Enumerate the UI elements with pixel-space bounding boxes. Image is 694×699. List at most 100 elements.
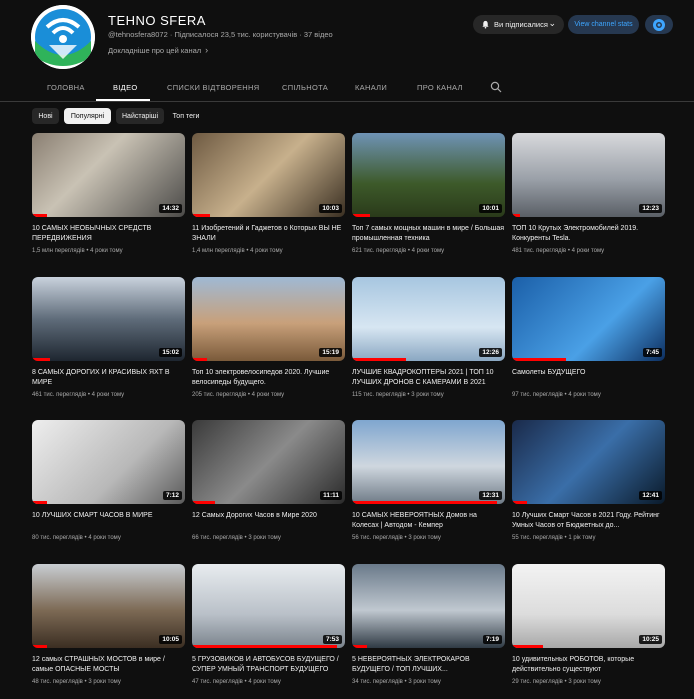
channel-header: TEHNO SFERA @tehnosfera8072 · Підписалос… (0, 0, 694, 69)
video-duration: 11:11 (320, 491, 342, 500)
video-title[interactable]: Топ 7 самых мощных машин в мире / Больша… (352, 224, 505, 244)
upload-age: 4 роки тому (88, 535, 121, 541)
video-thumbnail[interactable]: 10:25 (512, 564, 665, 648)
upload-age: 3 роки тому (408, 535, 441, 541)
tab-community[interactable]: СПІЛЬНОТА (282, 83, 328, 92)
video-duration: 15:19 (319, 348, 342, 357)
video-title[interactable]: 10 Лучших Смарт Часов в 2021 Году. Рейти… (512, 511, 665, 531)
channel-name: TEHNO SFERA (108, 13, 206, 28)
video-thumbnail[interactable]: 12:26 (352, 277, 505, 361)
view-count: 461 тис. переглядів (32, 392, 87, 398)
chip-oldest[interactable]: Найстаріші (116, 108, 164, 124)
view-count: 1,4 млн переглядів (192, 248, 245, 254)
account-switch-button[interactable] (645, 15, 673, 34)
view-count: 29 тис. переглядів (512, 679, 563, 685)
view-count: 205 тис. переглядів (192, 392, 247, 398)
view-count: 1,5 млн переглядів (32, 248, 85, 254)
search-icon[interactable] (490, 81, 502, 93)
upload-age: 4 роки тому (571, 248, 605, 254)
video-thumbnail[interactable]: 12:41 (512, 420, 665, 504)
video-thumbnail[interactable]: 10:01 (352, 133, 505, 217)
watch-progress-bar (512, 214, 520, 217)
view-count: 34 тис. переглядів (352, 679, 403, 685)
active-tab-indicator (96, 99, 150, 101)
video-title[interactable]: 10 САМЫХ НЕОБЫЧНЫХ СРЕДСТВ ПЕРЕДВИЖЕНИЯ (32, 224, 185, 244)
video-thumbnail[interactable]: 7:19 (352, 564, 505, 648)
chip-top-tags[interactable]: Топ теги (168, 108, 204, 124)
upload-age: 3 роки тому (248, 535, 281, 541)
tab-home[interactable]: ГОЛОВНА (47, 83, 85, 92)
tab-videos[interactable]: ВІДЕО (113, 83, 138, 92)
video-title[interactable]: ТОП 10 Крутых Электромобилей 2019. Конку… (512, 224, 665, 244)
watch-progress-bar (32, 645, 47, 648)
more-about-channel-link[interactable]: Докладніше про цей канал › (108, 45, 208, 55)
video-meta: 29 тис. переглядів • 3 роки тому (512, 679, 665, 685)
view-count: 481 тис. переглядів (512, 248, 567, 254)
video-duration: 12:23 (639, 204, 662, 213)
upload-age: 4 роки тому (411, 248, 445, 254)
channel-meta: @tehnosfera8072 · Підписалося 23,5 тис. … (108, 30, 333, 39)
video-thumbnail[interactable]: 7:45 (512, 277, 665, 361)
video-thumbnail[interactable]: 7:53 (192, 564, 345, 648)
video-thumbnail[interactable]: 10:03 (192, 133, 345, 217)
watch-progress-bar (352, 214, 370, 217)
video-thumbnail[interactable]: 15:19 (192, 277, 345, 361)
view-count: 56 тис. переглядів (352, 535, 403, 541)
watch-progress-bar (192, 501, 215, 504)
video-title[interactable]: 8 САМЫХ ДОРОГИХ И КРАСИВЫХ ЯХТ В МИРЕ (32, 368, 185, 388)
channel-avatar[interactable] (31, 5, 95, 69)
video-title[interactable]: 5 ГРУЗОВИКОВ И АВТОБУСОВ БУДУЩЕГО / СУПЕ… (192, 655, 345, 675)
video-title[interactable]: ЛУЧШИЕ КВАДРОКОПТЕРЫ 2021 | ТОП 10 ЛУЧШИ… (352, 368, 505, 388)
video-title[interactable]: 10 удивительных РОБОТОВ, которые действи… (512, 655, 665, 675)
upload-age: 4 роки тому (248, 679, 281, 685)
video-title[interactable]: 5 НЕВЕРОЯТНЫХ ЭЛЕКТРОКАРОВ БУДУЩЕГО / ТО… (352, 655, 505, 675)
subscribed-button[interactable]: Ви підписалися ⌄ (473, 15, 564, 34)
watch-progress-bar (352, 501, 497, 504)
video-duration: 10:03 (319, 204, 342, 213)
watch-progress-bar (512, 501, 527, 504)
video-title[interactable]: 10 ЛУЧШИХ СМАРТ ЧАСОВ В МИРЕ (32, 511, 185, 521)
tab-channels[interactable]: КАНАЛИ (355, 83, 387, 92)
chip-popular[interactable]: Популярні (64, 108, 111, 124)
account-icon (653, 18, 665, 31)
tab-playlists[interactable]: СПИСКИ ВІДТВОРЕННЯ (167, 83, 259, 92)
watch-progress-bar (32, 358, 50, 361)
video-title[interactable]: Топ 10 электровелосипедов 2020. Лучшие в… (192, 368, 345, 388)
view-count: 55 тис. переглядів (512, 535, 563, 541)
watch-progress-bar (192, 645, 337, 648)
view-count: 48 тис. переглядів (32, 679, 83, 685)
video-meta: 55 тис. переглядів • 1 рік тому (512, 535, 665, 541)
chip-newest[interactable]: Нові (32, 108, 59, 124)
watch-progress-bar (352, 358, 406, 361)
upload-age: 4 роки тому (90, 248, 123, 254)
video-thumbnail[interactable]: 14:32 (32, 133, 185, 217)
video-title[interactable]: 12 самых СТРАШНЫХ МОСТОВ в мире / самые … (32, 655, 185, 675)
video-title[interactable]: Самолеты БУДУЩЕГО (512, 368, 665, 378)
video-title[interactable]: 10 САМЫХ НЕВЕРОЯТНЫХ Домов на Колесах | … (352, 511, 505, 531)
bell-icon (482, 20, 489, 29)
video-thumbnail[interactable]: 15:02 (32, 277, 185, 361)
video-thumbnail[interactable]: 7:12 (32, 420, 185, 504)
video-duration: 10:25 (639, 635, 662, 644)
view-count: 80 тис. переглядів (32, 535, 83, 541)
watch-progress-bar (192, 214, 210, 217)
view-count: 621 тис. переглядів (352, 248, 407, 254)
upload-age: 4 роки тому (568, 392, 601, 398)
video-meta: 621 тис. переглядів • 4 роки тому (352, 248, 505, 254)
video-thumbnail[interactable]: 11:11 (192, 420, 345, 504)
video-thumbnail[interactable]: 10:05 (32, 564, 185, 648)
video-thumbnail[interactable]: 12:23 (512, 133, 665, 217)
video-meta: 47 тис. переглядів • 4 роки тому (192, 679, 345, 685)
upload-age: 3 роки тому (568, 679, 601, 685)
upload-age: 4 роки тому (250, 248, 283, 254)
video-title[interactable]: 11 Изобретений и Гаджетов о Которых ВЫ Н… (192, 224, 345, 244)
video-meta: 48 тис. переглядів • 3 роки тому (32, 679, 185, 685)
view-channel-stats-button[interactable]: View channel stats (568, 15, 639, 34)
more-about-label: Докладніше про цей канал (108, 46, 202, 55)
tab-about[interactable]: ПРО КАНАЛ (417, 83, 463, 92)
view-count: 115 тис. переглядів (352, 392, 406, 398)
video-duration: 15:02 (159, 348, 182, 357)
view-count: 47 тис. переглядів (192, 679, 243, 685)
video-thumbnail[interactable]: 12:31 (352, 420, 505, 504)
video-title[interactable]: 12 Самых Дорогих Часов в Мире 2020 (192, 511, 345, 521)
